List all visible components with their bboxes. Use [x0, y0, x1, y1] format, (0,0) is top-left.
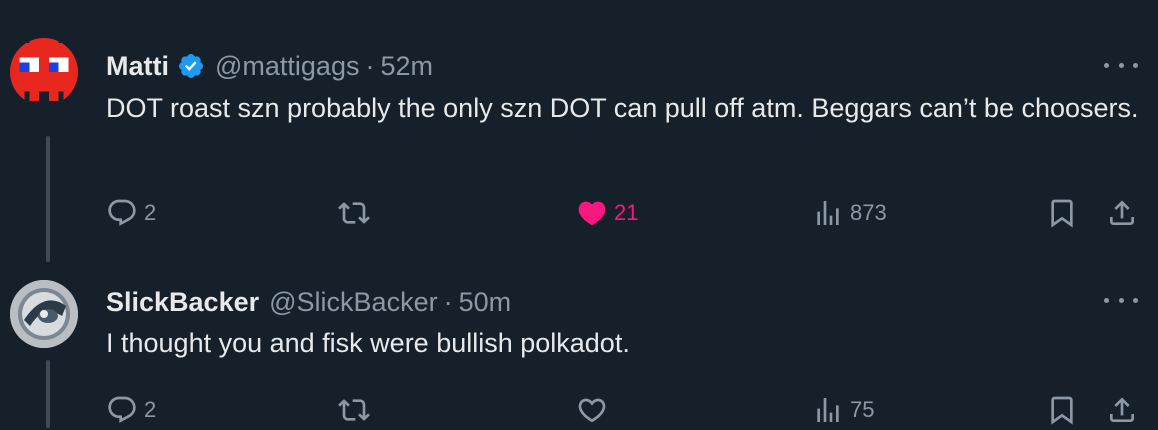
like-icon	[578, 201, 606, 226]
views-count: 873	[850, 200, 887, 225]
thread-line	[46, 136, 50, 262]
display-name[interactable]: Matti	[106, 51, 169, 82]
more-icon[interactable]	[1104, 290, 1138, 310]
bookmark-icon	[1051, 396, 1073, 425]
reply-count: 2	[144, 200, 157, 225]
thread-line	[46, 360, 50, 428]
tweet-header: SlickBacker @SlickBacker · 50m	[106, 284, 511, 320]
tweet-text: I thought you and fisk were bullish polk…	[106, 328, 630, 358]
retweet-icon	[338, 202, 370, 224]
views-button[interactable]: 75	[812, 390, 874, 430]
like-count: 21	[614, 200, 639, 225]
tweet-header: Matti @mattigags · 52m	[106, 48, 433, 84]
bookmark-button[interactable]	[1046, 390, 1078, 430]
retweet-button[interactable]	[338, 390, 376, 430]
handle[interactable]: @mattigags	[215, 51, 359, 82]
like-button[interactable]	[576, 390, 614, 430]
display-name[interactable]: SlickBacker	[106, 287, 259, 318]
share-button[interactable]	[1106, 193, 1138, 233]
share-icon	[1110, 200, 1134, 225]
share-button[interactable]	[1106, 390, 1138, 430]
red-pixel-ghost-icon	[10, 38, 78, 102]
separator: ·	[443, 286, 453, 317]
reply-button[interactable]: 2	[106, 193, 156, 233]
timestamp[interactable]: 52m	[380, 51, 433, 82]
tweet-text: DOT roast szn probably the only szn DOT …	[106, 93, 1139, 123]
views-icon	[817, 201, 839, 225]
reply-icon	[108, 396, 136, 423]
like-icon	[578, 398, 606, 423]
views-button[interactable]: 873	[812, 193, 887, 233]
retweet-button[interactable]	[338, 193, 376, 233]
bookmark-icon	[1051, 199, 1073, 228]
action-bar: 2 75	[106, 390, 1146, 430]
share-icon	[1110, 397, 1134, 422]
separator: ·	[365, 50, 375, 81]
bookmark-button[interactable]	[1046, 193, 1078, 233]
timestamp[interactable]: 50m	[459, 287, 512, 318]
action-bar: 2 21 873	[106, 193, 1146, 233]
tweet[interactable]: Matti @mattigags · 52m DOT roast szn pro…	[0, 0, 1158, 262]
verified-badge-icon[interactable]	[177, 52, 205, 80]
reply-button[interactable]: 2	[106, 390, 156, 430]
reply-count: 2	[144, 397, 157, 422]
views-count: 75	[850, 397, 875, 422]
like-button[interactable]: 21	[576, 193, 638, 233]
views-icon	[817, 398, 839, 422]
more-icon[interactable]	[1104, 55, 1138, 75]
retweet-icon	[338, 399, 370, 421]
reply-icon	[108, 199, 136, 226]
avatar[interactable]	[10, 38, 78, 106]
avatar[interactable]	[10, 280, 78, 348]
handle[interactable]: @SlickBacker	[269, 287, 437, 318]
tweet[interactable]: SlickBacker @SlickBacker · 50m I thought…	[0, 260, 1158, 428]
round-badge-avatar-icon	[10, 280, 78, 348]
